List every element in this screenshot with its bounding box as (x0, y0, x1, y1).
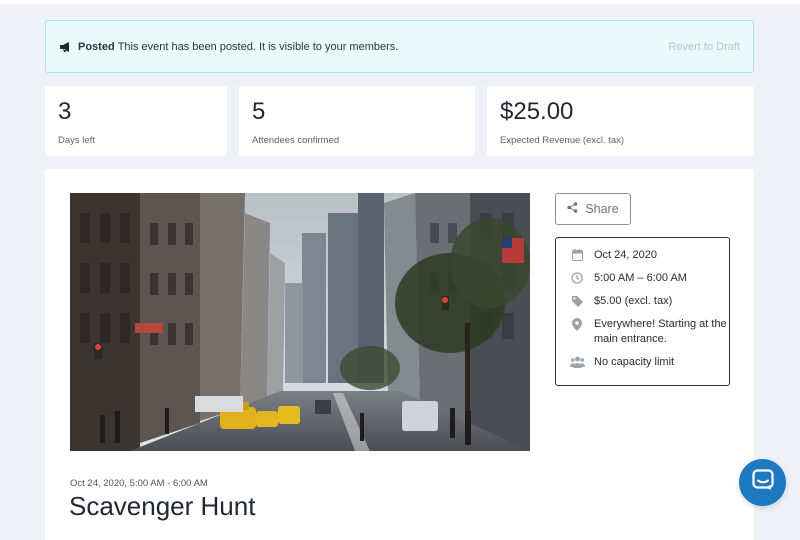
stat-card-days-left: 3 Days left (45, 86, 227, 156)
map-pin-icon (569, 317, 585, 331)
stat-label: Attendees confirmed (252, 135, 340, 146)
share-icon (567, 202, 578, 216)
tag-icon (569, 294, 585, 307)
detail-price: $5.00 (excl. tax) (569, 294, 729, 309)
calendar-icon (569, 248, 585, 261)
clock-icon (569, 271, 585, 284)
detail-text: 5:00 AM – 6:00 AM (594, 272, 687, 284)
people-icon (569, 355, 585, 368)
stat-label: Days left (58, 135, 95, 146)
detail-text: Oct 24, 2020 (594, 249, 657, 261)
top-bar (0, 0, 800, 4)
stat-label: Expected Revenue (excl. tax) (500, 135, 625, 146)
stat-card-revenue: $25.00 Expected Revenue (excl. tax) (487, 86, 754, 156)
revert-to-draft-link[interactable]: Revert to Draft (668, 41, 740, 53)
detail-date: Oct 24, 2020 (569, 248, 729, 263)
stat-value: 5 (252, 98, 266, 125)
detail-time: 5:00 AM – 6:00 AM (569, 271, 729, 286)
chat-bubble-icon (751, 469, 774, 496)
chat-launcher-button[interactable] (739, 459, 786, 506)
detail-text: No capacity limit (594, 356, 675, 368)
event-title: Scavenger Hunt (69, 491, 256, 521)
detail-capacity: No capacity limit (569, 355, 729, 370)
notice-message: This event has been posted. It is visibl… (117, 40, 399, 53)
notice-status: Posted (78, 40, 115, 53)
stat-value: 3 (58, 98, 72, 125)
event-date-line: Oct 24, 2020, 5:00 AM - 6:00 AM (70, 478, 208, 489)
city-street-illustration (70, 193, 530, 451)
detail-text: Everywhere! Starting at the main entranc… (594, 318, 727, 345)
stat-card-attendees: 5 Attendees confirmed (239, 86, 475, 156)
event-card: Share Oct 24, 2020 5:00 AM – 6:00 AM $5.… (45, 169, 754, 540)
posted-notice-banner: Posted This event has been posted. It is … (45, 20, 754, 73)
event-details-box: Oct 24, 2020 5:00 AM – 6:00 AM $5.00 (ex… (555, 237, 730, 386)
event-image (70, 193, 530, 451)
detail-text: $5.00 (excl. tax) (594, 295, 673, 307)
share-label: Share (585, 202, 619, 216)
megaphone-icon (60, 41, 72, 52)
stat-value: $25.00 (500, 98, 574, 125)
detail-location: Everywhere! Starting at the main entranc… (569, 317, 729, 347)
share-button[interactable]: Share (555, 193, 631, 225)
